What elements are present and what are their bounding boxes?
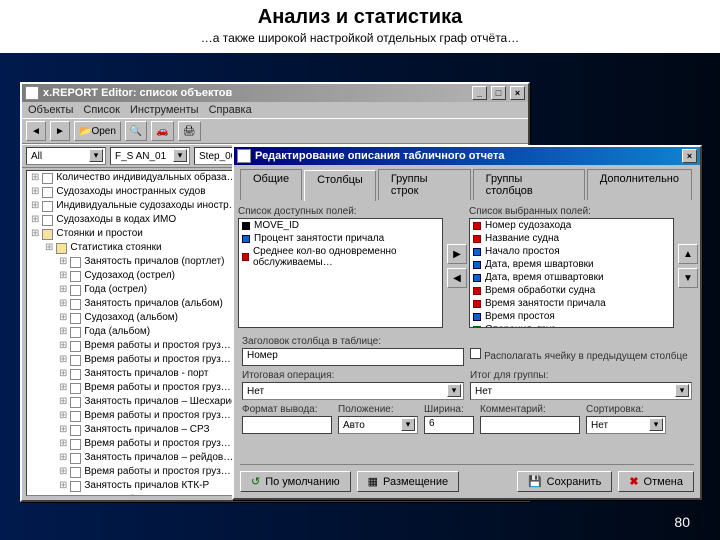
slide-title: Анализ и статистика [0,0,720,31]
menu-item[interactable]: Список [83,104,120,116]
grp-label: Итог для группы: [470,370,692,381]
width-field[interactable]: 6 [424,416,474,434]
list-item[interactable]: Начало простоя [470,245,673,258]
tab-1[interactable]: Столбцы [304,170,376,201]
cancel-button[interactable]: ✖Отмена [618,471,694,492]
pos-label: Положение: [338,404,418,415]
fmt-field[interactable] [242,416,332,434]
page-number: 80 [674,514,690,530]
editor-menubar: Объекты Список Инструменты Справка [22,102,528,118]
move-up-button[interactable]: ▲ [678,244,698,264]
width-label: Ширина: [424,404,474,415]
list-item[interactable]: Номер судозахода [470,219,673,232]
header-field[interactable]: Номер [242,348,464,366]
sort-label: Сортировка: [586,404,666,415]
prev-col-checkbox[interactable] [470,348,481,359]
cancel-icon: ✖ [629,475,638,488]
header-label: Заголовок столбца в таблице: [242,336,464,347]
prev-col-label: Располагать ячейку в предыдущем столбце [484,351,688,362]
dialog-title: Редактирование описания табличного отчет… [255,150,505,162]
move-right-button[interactable]: ▶ [447,244,467,264]
list-item[interactable]: Время простоя [470,310,673,323]
combo-fsan[interactable]: F_S AN_01 [110,147,190,165]
list-item[interactable]: Среднее кол-во одновременно обслуживаемы… [239,245,442,269]
list-item[interactable]: Время обработки судна [470,284,673,297]
move-left-button[interactable]: ◀ [447,268,467,288]
comment-field[interactable] [480,416,580,434]
pos-combo[interactable]: Авто [338,416,418,434]
dialog-titlebar[interactable]: Редактирование описания табличного отчет… [234,147,700,165]
tab-3[interactable]: Группы столбцов [473,169,585,200]
slide-subtitle: …а также широкой настройкой отдельных гр… [0,31,720,53]
toolbar-car-icon[interactable]: 🚗 [151,121,173,141]
agg-combo[interactable]: Нет [242,382,464,400]
sort-combo[interactable]: Нет [586,416,666,434]
tab-4[interactable]: Дополнительно [587,169,692,200]
fmt-label: Формат вывода: [242,404,332,415]
list-item[interactable]: Время занятости причала [470,297,673,310]
save-icon: 💾 [528,475,542,488]
menu-item[interactable]: Инструменты [130,104,199,116]
toolbar-print-icon[interactable]: 🖨 [178,121,201,141]
list-item[interactable]: Процент занятости причала [239,232,442,245]
save-button[interactable]: 💾Сохранить [517,471,612,492]
minimize-button[interactable]: _ [472,86,487,100]
available-fields-label: Список доступных полей: [238,206,443,217]
agg-label: Итоговая операция: [242,370,464,381]
layout-button[interactable]: ▦Размещение [357,471,459,492]
selected-fields-label: Список выбранных полей: [469,206,674,217]
editor-title: x.REPORT Editor: список объектов [43,87,232,99]
default-button[interactable]: ↺По умолчанию [240,471,351,492]
app-icon [25,86,39,100]
toolbar-fwd-icon[interactable]: ► [50,121,70,141]
maximize-button[interactable]: □ [491,86,506,100]
dialog-icon [237,149,251,163]
list-item[interactable]: Дата, время отшвартовки [470,271,673,284]
toolbar-search-icon[interactable]: 🔍 [125,121,147,141]
toolbar-open-button[interactable]: 📂 Open [74,121,121,141]
close-button[interactable]: × [510,86,525,100]
editor-titlebar[interactable]: x.REPORT Editor: список объектов _ □ × [22,84,528,102]
menu-item[interactable]: Справка [209,104,252,116]
editor-toolbar: ◄ ► 📂 Open 🔍 🚗 🖨 [22,118,528,144]
comment-label: Комментарий: [480,404,580,415]
available-fields-list[interactable]: MOVE_IDПроцент занятости причалаСреднее … [238,218,443,328]
combo-all[interactable]: All [26,147,106,165]
toolbar-back-icon[interactable]: ◄ [26,121,46,141]
menu-item[interactable]: Объекты [28,104,73,116]
dialog-window: Редактирование описания табличного отчет… [232,145,702,500]
tab-2[interactable]: Группы строк [378,169,471,200]
grp-combo[interactable]: Нет [470,382,692,400]
list-item[interactable]: Название судна [470,232,673,245]
move-down-button[interactable]: ▼ [678,268,698,288]
dialog-tabs: ОбщиеСтолбцыГруппы строкГруппы столбцовД… [234,165,700,200]
tab-0[interactable]: Общие [240,169,302,200]
list-item[interactable]: MOVE_ID [239,219,442,232]
dialog-close-button[interactable]: × [682,149,697,163]
selected-fields-list[interactable]: Номер судозаходаНазвание суднаНачало про… [469,218,674,328]
list-item[interactable]: Операция, груз [470,323,673,328]
open-label: Open [91,126,115,137]
list-item[interactable]: Дата, время швартовки [470,258,673,271]
